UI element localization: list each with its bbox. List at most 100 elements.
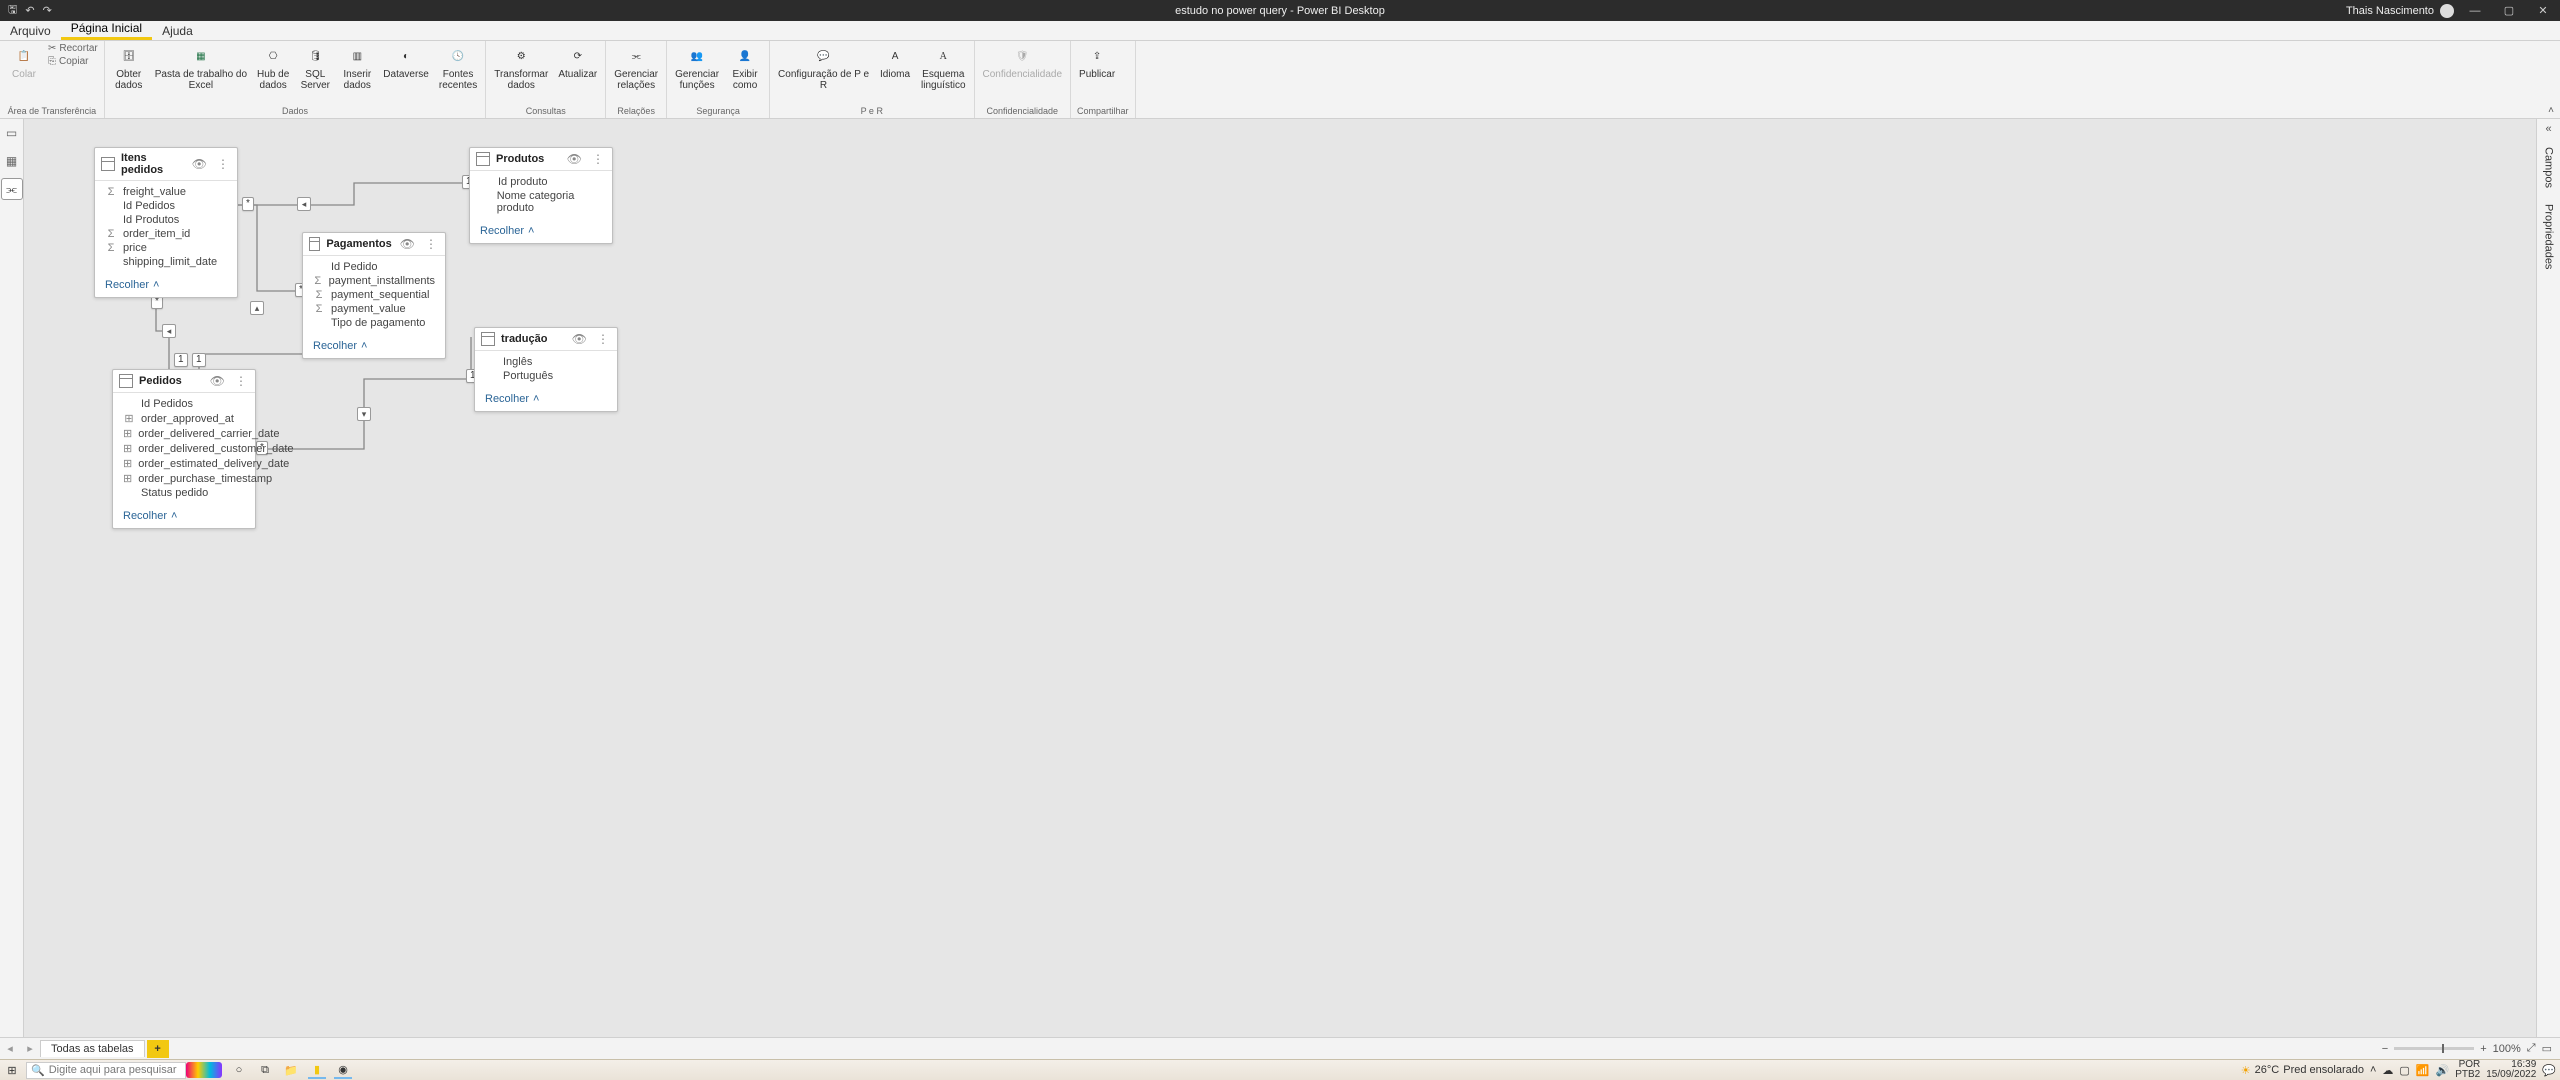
more-icon[interactable]: ⋮ (595, 332, 611, 346)
menu-home[interactable]: Página Inicial (61, 19, 152, 40)
excel-button[interactable]: ▦Pasta de trabalho do Excel (153, 43, 249, 93)
onedrive-icon[interactable]: ☁ (2382, 1064, 2393, 1077)
enter-data-button[interactable]: ▥Inserir dados (339, 43, 375, 93)
start-button[interactable]: ⊞ (0, 1064, 24, 1077)
language-indicator[interactable]: POR PTB2 (2455, 1060, 2480, 1080)
table-field[interactable]: Tipo de pagamento (303, 316, 445, 330)
dataverse-button[interactable]: ◐Dataverse (381, 43, 431, 82)
table-field[interactable]: ⊞order_purchase_timestamp (113, 471, 255, 486)
get-data-button[interactable]: 🗄Obter dados (111, 43, 147, 93)
add-tab-button[interactable]: + (147, 1040, 169, 1058)
refresh-button[interactable]: ⟳Atualizar (556, 43, 599, 82)
table-field[interactable]: Status pedido (113, 486, 255, 500)
fields-pane-tab[interactable]: Campos (2543, 139, 2555, 196)
save-icon[interactable]: 🖫 (8, 1, 17, 20)
menu-file[interactable]: Arquivo (0, 22, 61, 40)
clock[interactable]: 16:39 15/09/2022 (2486, 1060, 2536, 1080)
model-view-icon[interactable]: ⫘ (2, 179, 22, 199)
collapse-ribbon-icon[interactable]: ˄ (2548, 105, 2554, 116)
visibility-icon[interactable]: 👁 (398, 237, 417, 251)
minimize-button[interactable]: — (2462, 5, 2488, 17)
recent-sources-button[interactable]: 🕓Fontes recentes (437, 43, 479, 93)
zoom-reset-icon[interactable]: ▭ (2542, 1042, 2552, 1055)
table-card-pagamentos[interactable]: Pagamentos 👁 ⋮ Id Pedido Σpayment_instal… (302, 232, 446, 359)
visibility-icon[interactable]: 👁 (208, 374, 227, 388)
linguistic-schema-button[interactable]: AEsquema linguístico (919, 43, 967, 93)
collapse-link[interactable]: Recolher˄ (475, 387, 617, 411)
copy-button[interactable]: ⎘Copiar (48, 56, 98, 67)
table-field[interactable]: Id Produtos (95, 213, 237, 227)
table-field[interactable]: Σorder_item_id (95, 227, 237, 241)
more-icon[interactable]: ⋮ (215, 157, 231, 171)
powerbi-icon[interactable]: ▮ (308, 1061, 326, 1079)
expand-panes-icon[interactable]: « (2545, 119, 2551, 139)
collapse-link[interactable]: Recolher˄ (113, 504, 255, 528)
tabs-next-icon[interactable]: ▸ (20, 1042, 40, 1055)
table-field[interactable]: Id Pedidos (95, 199, 237, 213)
wifi-icon[interactable]: 📶 (2416, 1064, 2430, 1077)
more-icon[interactable]: ⋮ (590, 152, 606, 166)
table-field[interactable]: ⊞order_delivered_customer_date (113, 441, 255, 456)
table-field[interactable]: ⊞order_approved_at (113, 411, 255, 426)
table-field[interactable]: Id produto (470, 175, 612, 189)
collapse-link[interactable]: Recolher˄ (470, 219, 612, 243)
notifications-icon[interactable]: 💬 (2542, 1064, 2556, 1077)
table-field[interactable]: ⊞order_delivered_carrier_date (113, 426, 255, 441)
publish-button[interactable]: ⇪Publicar (1077, 43, 1117, 82)
table-card-produtos[interactable]: Produtos 👁 ⋮ Id produto Nome categoria p… (469, 147, 613, 244)
sql-button[interactable]: 🛢SQL Server (297, 43, 333, 93)
table-field[interactable]: shipping_limit_date (95, 255, 237, 269)
properties-pane-tab[interactable]: Propriedades (2543, 196, 2555, 277)
table-field[interactable]: ⊞order_estimated_delivery_date (113, 456, 255, 471)
more-icon[interactable]: ⋮ (423, 237, 439, 251)
table-field[interactable]: Id Pedidos (113, 397, 255, 411)
user-account[interactable]: Thais Nascimento (2346, 4, 2454, 18)
table-field[interactable]: Id Pedido (303, 260, 445, 274)
table-field[interactable]: Σprice (95, 241, 237, 255)
more-icon[interactable]: ⋮ (233, 374, 249, 388)
language-button[interactable]: AIdioma (877, 43, 913, 82)
cortana-icon[interactable]: ○ (230, 1061, 248, 1079)
battery-icon[interactable]: ▢ (2399, 1064, 2409, 1077)
collapse-link[interactable]: Recolher˄ (303, 334, 445, 358)
table-field[interactable]: Σfreight_value (95, 185, 237, 199)
tabs-prev-icon[interactable]: ◂ (0, 1042, 20, 1055)
zoom-slider[interactable] (2394, 1047, 2474, 1050)
visibility-icon[interactable]: 👁 (570, 332, 589, 346)
redo-icon[interactable]: ↷ (43, 4, 52, 17)
explorer-icon[interactable]: 📁 (282, 1061, 300, 1079)
table-field[interactable]: Σpayment_value (303, 302, 445, 316)
visibility-icon[interactable]: 👁 (190, 157, 209, 171)
data-hub-button[interactable]: ⎔Hub de dados (255, 43, 291, 93)
volume-icon[interactable]: 🔊 (2436, 1064, 2450, 1077)
transform-data-button[interactable]: ⚙Transformar dados (492, 43, 550, 93)
paste-button[interactable]: 📋 Colar (6, 43, 42, 82)
table-card-pedidos[interactable]: Pedidos 👁 ⋮ Id Pedidos ⊞order_approved_a… (112, 369, 256, 529)
table-field[interactable]: Σpayment_installments (303, 274, 445, 288)
manage-roles-button[interactable]: 👥Gerenciar funções (673, 43, 721, 93)
table-field[interactable]: Português (475, 369, 617, 383)
visibility-icon[interactable]: 👁 (565, 152, 584, 166)
tray-chevron-icon[interactable]: ˄ (2370, 1064, 2376, 1076)
maximize-button[interactable]: ▢ (2496, 4, 2522, 17)
weather-widget[interactable]: ☀ 26°C Pred ensolarado (2241, 1064, 2364, 1077)
task-view-icon[interactable]: ⧉ (256, 1061, 274, 1079)
zoom-in-icon[interactable]: + (2480, 1043, 2486, 1055)
qna-setup-button[interactable]: 💬Configuração de P e R (776, 43, 871, 93)
taskbar-search[interactable]: 🔍 Digite aqui para pesquisar (26, 1062, 186, 1079)
model-canvas[interactable]: * ◂ 1 * ▴ * ◂ 1 1 * ▾ 1 Itens pedidos 👁 … (24, 119, 2536, 1037)
menu-help[interactable]: Ajuda (152, 22, 203, 40)
table-field[interactable]: Nome categoria produto (470, 189, 612, 215)
data-view-icon[interactable]: ▦ (2, 151, 22, 171)
fit-icon[interactable]: ⤢ (2527, 1042, 2536, 1055)
table-card-itens-pedidos[interactable]: Itens pedidos 👁 ⋮ Σfreight_value Id Pedi… (94, 147, 238, 298)
zoom-out-icon[interactable]: − (2382, 1043, 2388, 1055)
manage-relations-button[interactable]: ⫘Gerenciar relações (612, 43, 660, 93)
collapse-link[interactable]: Recolher˄ (95, 273, 237, 297)
table-card-traducao[interactable]: tradução 👁 ⋮ Inglês Português Recolher˄ (474, 327, 618, 412)
chrome-icon[interactable]: ◉ (334, 1061, 352, 1079)
close-button[interactable]: ✕ (2530, 4, 2556, 17)
undo-icon[interactable]: ↶ (25, 4, 34, 17)
layout-tab[interactable]: Todas as tabelas (40, 1040, 145, 1057)
view-as-button[interactable]: 👤Exibir como (727, 43, 763, 93)
